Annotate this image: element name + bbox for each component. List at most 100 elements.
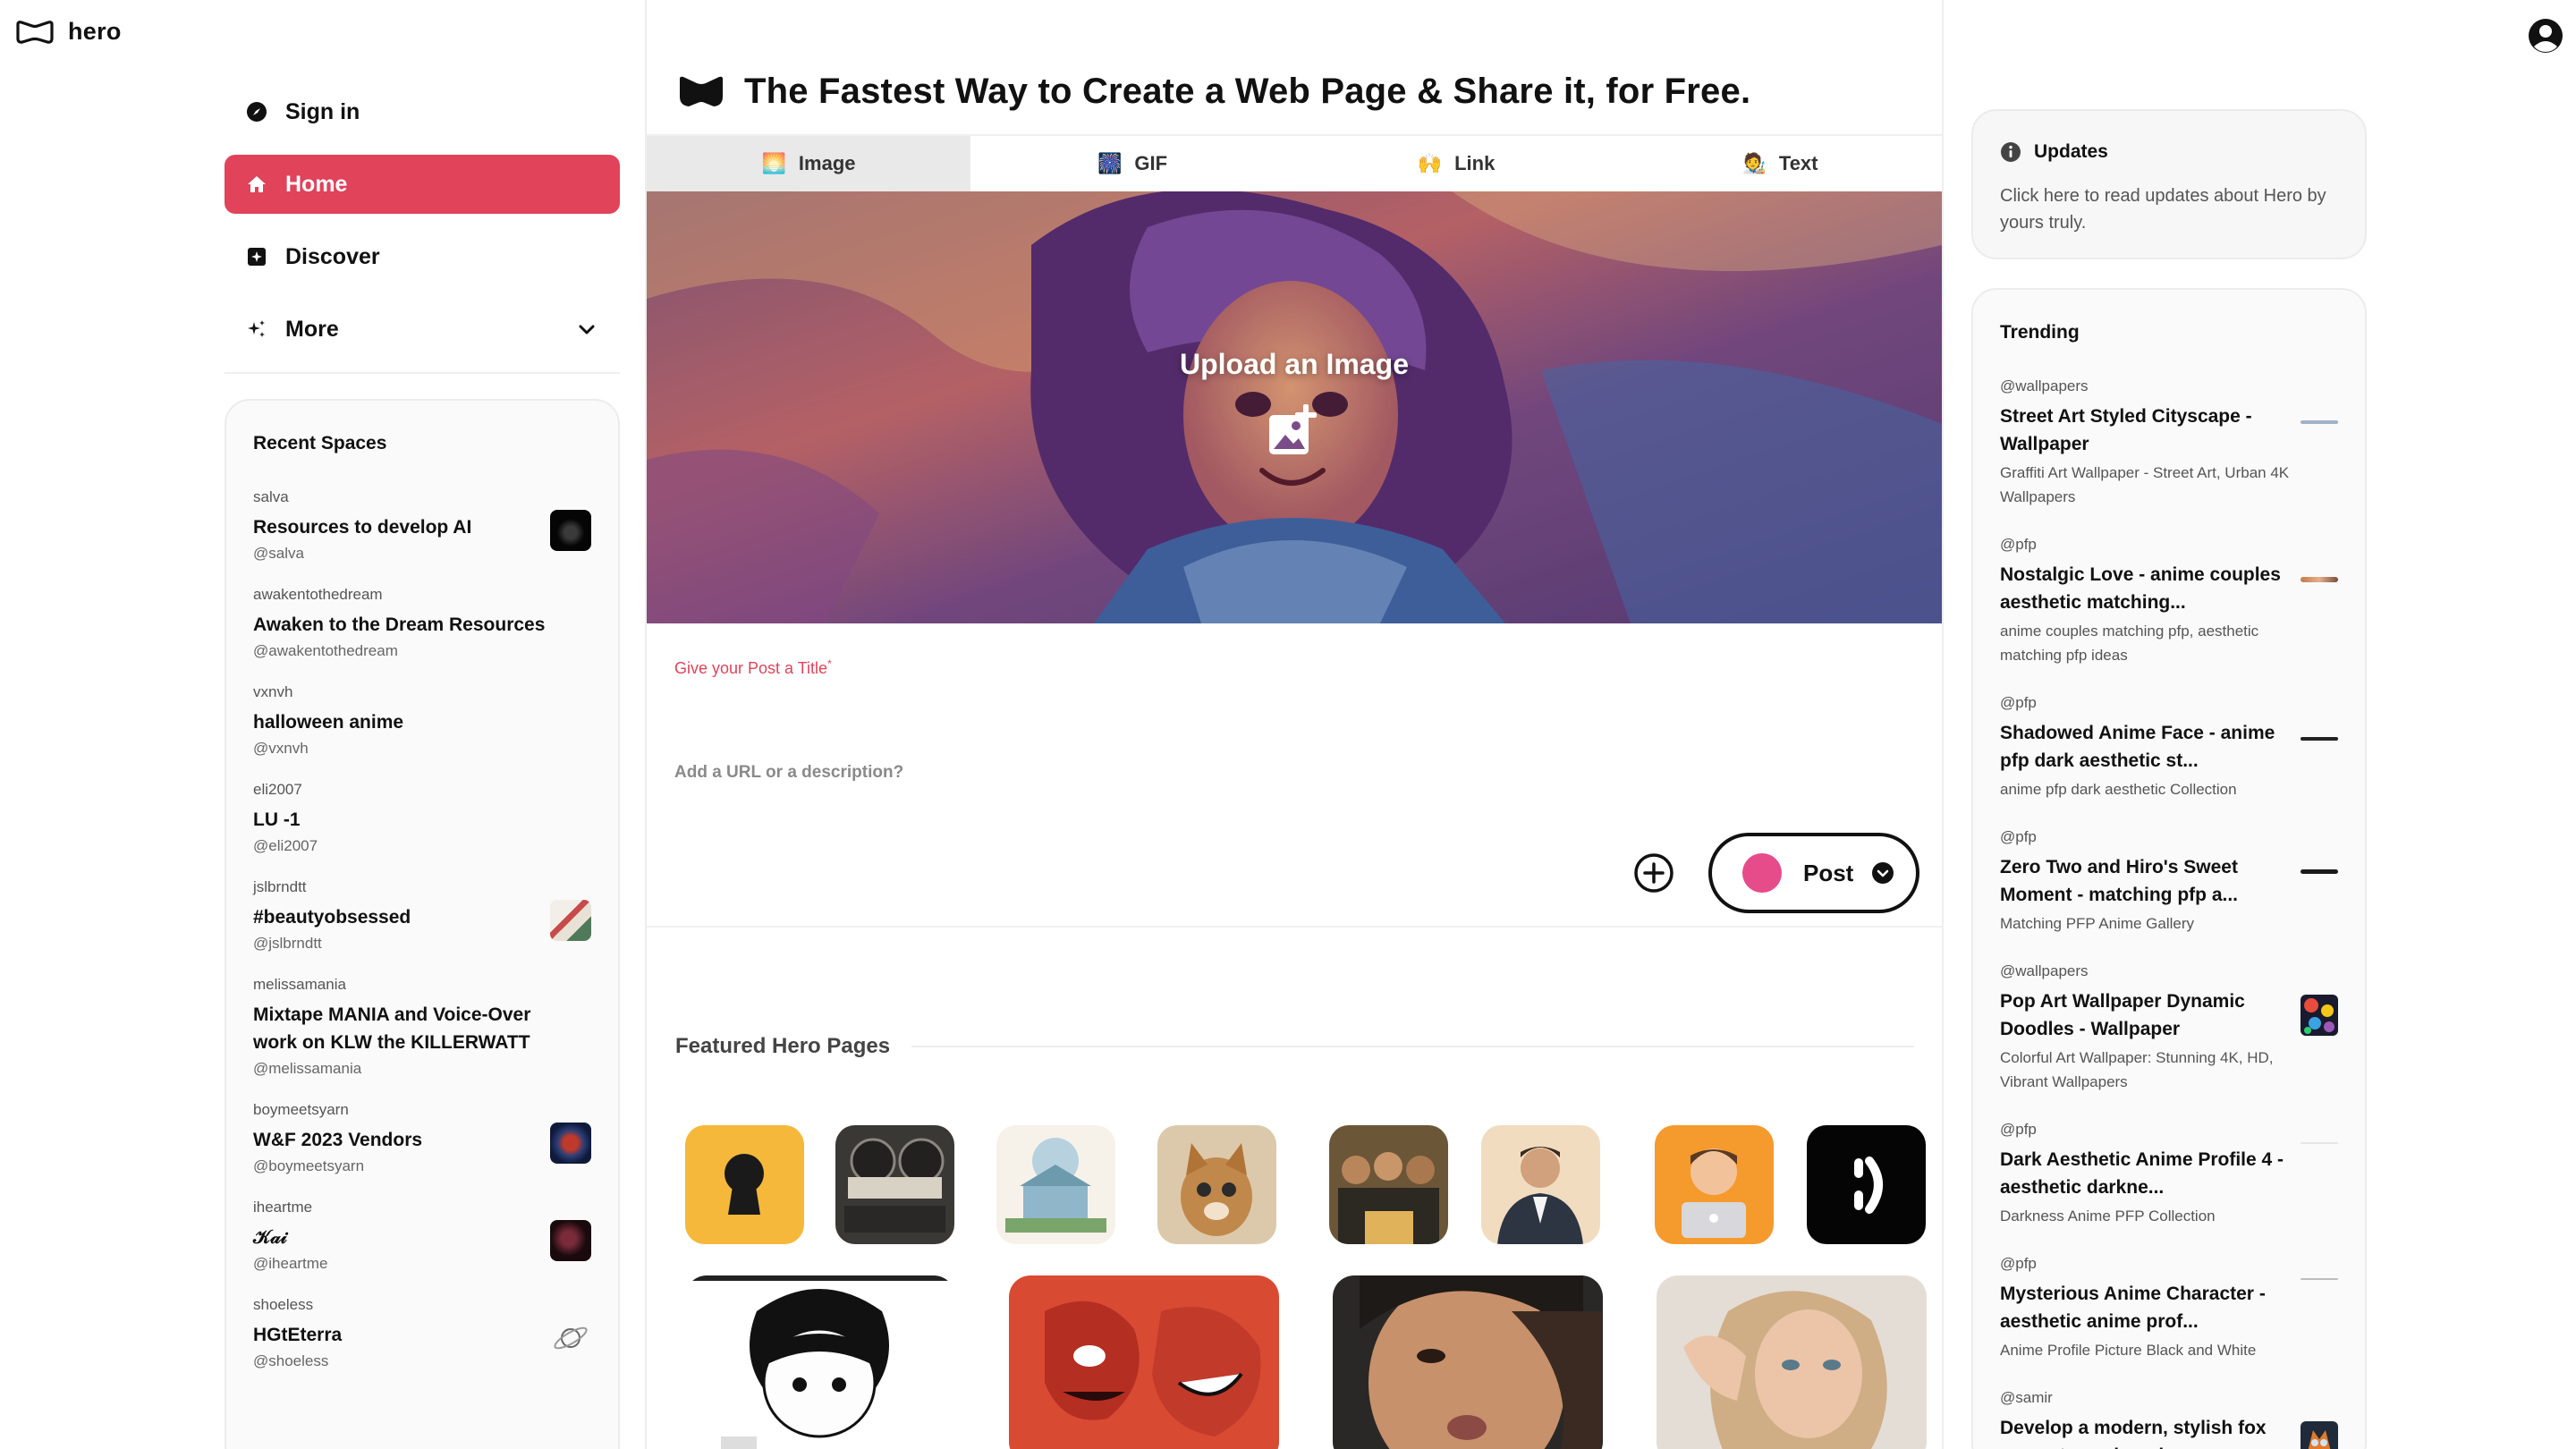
chevron-down-icon [579, 325, 595, 335]
list-item[interactable]: @pfp Mysterious Anime Character - aesthe… [2000, 1255, 2338, 1362]
space-thumbnail [550, 510, 591, 551]
sidebar-item-more[interactable]: More [225, 300, 620, 359]
space-handle: @shoeless [253, 1352, 329, 1369]
space-title: HGtEterra [253, 1325, 343, 1345]
magnolia-street-page-image[interactable] [996, 1125, 1115, 1244]
trend-description: anime couples matching pfp, aesthetic ma… [2000, 623, 2259, 664]
list-item[interactable]: vxnvh halloween anime @vxnvh [253, 683, 591, 758]
sunrise-icon: 🌅 [761, 152, 786, 174]
music-page-image[interactable] [835, 1125, 954, 1244]
post-button-label: Post [1803, 859, 1854, 886]
space-handle: @salva [253, 545, 304, 562]
list-item[interactable]: @pfp Shadowed Anime Face - anime pfp dar… [2000, 694, 2338, 801]
space-owner: eli2007 [253, 781, 302, 798]
list-item[interactable]: @pfp Dark Aesthetic Anime Profile 4 - ae… [2000, 1121, 2338, 1228]
page-header: The Fastest Way to Create a Web Page & S… [678, 72, 1750, 112]
list-item[interactable]: shoeless HGtEterra @shoeless [253, 1296, 591, 1370]
list-item[interactable]: jslbrndtt #beautyobsessed @jslbrndtt [253, 878, 591, 953]
red-demon-page-image[interactable] [1009, 1275, 1279, 1449]
tab-text[interactable]: 🧑‍🎨 Text [1618, 136, 1942, 191]
list-item[interactable]: boymeetsyarn W&F 2023 Vendors @boymeetsy… [253, 1101, 591, 1175]
blonde-portrait-page-image[interactable] [1657, 1275, 1927, 1449]
memoji-page-image[interactable] [1655, 1125, 1774, 1244]
image-upload-area[interactable]: Upload an Image [647, 191, 1942, 623]
trend-description: Graffiti Art Wallpaper - Street Art, Urb… [2000, 464, 2290, 505]
post-button[interactable]: Post [1708, 833, 1919, 913]
space-handle: @awakentothedream [253, 642, 398, 659]
post-title-input[interactable]: Give your Post a Title* [674, 657, 832, 678]
updates-card[interactable]: Updates Click here to read updates about… [1971, 109, 2367, 259]
space-owner: iheartme [253, 1199, 313, 1216]
keyhole-page-icon[interactable] [685, 1125, 804, 1244]
list-item[interactable]: @wallpapers Street Art Styled Cityscape … [2000, 377, 2338, 509]
trend-thumbnail [2301, 869, 2338, 874]
account-icon[interactable] [2528, 18, 2563, 54]
sidebar-item-home[interactable]: Home [225, 155, 620, 214]
sidebar-item-sign-in[interactable]: Sign in [225, 82, 620, 141]
trend-thumbnail [2301, 1421, 2338, 1449]
brand[interactable]: hero [14, 18, 122, 46]
page-title: The Fastest Way to Create a Web Page & S… [744, 72, 1751, 111]
sidebar-item-label: More [285, 316, 339, 342]
add-circle-icon[interactable] [1633, 852, 1674, 894]
trend-description: Matching PFP Anime Gallery [2000, 915, 2194, 932]
space-handle: @boymeetsyarn [253, 1157, 365, 1174]
list-item[interactable]: @pfp Nostalgic Love - anime couples aest… [2000, 536, 2338, 667]
group-photo-page-image[interactable] [1329, 1125, 1448, 1244]
space-thumbnail [550, 1123, 591, 1164]
kitten-page-image[interactable] [1157, 1125, 1276, 1244]
sidebar-item-label: Sign in [285, 98, 360, 124]
list-item[interactable]: salva Resources to develop AI @salva [253, 488, 591, 563]
list-item[interactable]: @wallpapers Pop Art Wallpaper Dynamic Do… [2000, 962, 2338, 1094]
post-type-tabs: 🌅 Image 🎆 GIF 🙌 Link 🧑‍🎨 Text [647, 134, 1942, 191]
tab-label: Image [798, 152, 856, 174]
space-title: 𝒦𝒶𝒾 [253, 1227, 287, 1248]
hero-logo-icon [16, 20, 54, 44]
fireworks-icon: 🎆 [1097, 152, 1123, 174]
space-owner: awakentothedream [253, 586, 383, 603]
trending-panel: Trending @wallpapers Street Art Styled C… [1971, 288, 2367, 1449]
tab-image[interactable]: 🌅 Image [647, 136, 970, 191]
sidebar-nav: Sign in Home Discover More [225, 82, 620, 374]
space-title: Mixtape MANIA and Voice-Over work on KLW… [253, 1004, 531, 1053]
featured-pages-cards [685, 1275, 1937, 1449]
wink-face-page-icon[interactable] [1807, 1125, 1926, 1244]
manga-page-image[interactable] [685, 1275, 955, 1449]
trend-thumbnail [2301, 577, 2338, 582]
portrait-page-image[interactable] [1481, 1125, 1600, 1244]
hero-mask-icon [680, 76, 723, 106]
trend-title: Dark Aesthetic Anime Profile 4 - aesthet… [2000, 1149, 2284, 1198]
divider [911, 1046, 1914, 1047]
trend-title: Nostalgic Love - anime couples aesthetic… [2000, 564, 2281, 613]
trend-title: Shadowed Anime Face - anime pfp dark aes… [2000, 723, 2275, 771]
planet-icon [554, 1326, 588, 1350]
space-handle: @iheartme [253, 1255, 328, 1272]
space-owner: vxnvh [253, 683, 293, 700]
list-item[interactable]: eli2007 LU -1 @eli2007 [253, 781, 591, 855]
sparkles-icon [248, 320, 265, 337]
featured-title: Featured Hero Pages [675, 1034, 891, 1058]
trend-description: Colorful Art Wallpaper: Stunning 4K, HD,… [2000, 1049, 2274, 1090]
space-title: halloween anime [253, 712, 404, 733]
list-item[interactable]: @pfp Zero Two and Hiro's Sweet Moment - … [2000, 828, 2338, 936]
space-handle: @vxnvh [253, 740, 309, 757]
post-form: Give your Post a Title* Post [647, 623, 1942, 928]
selfie-page-image[interactable] [1333, 1275, 1603, 1449]
tab-link[interactable]: 🙌 Link [1294, 136, 1618, 191]
description-input[interactable] [674, 759, 1569, 786]
list-item[interactable]: iheartme 𝒦𝒶𝒾 @iheartme [253, 1199, 591, 1273]
avatar [1742, 853, 1782, 893]
required-mark: * [827, 657, 832, 670]
tab-gif[interactable]: 🎆 GIF [970, 136, 1294, 191]
space-owner: salva [253, 488, 289, 505]
space-owner: shoeless [253, 1296, 314, 1313]
trend-description: Anime Profile Picture Black and White [2000, 1342, 2257, 1359]
list-item[interactable]: @samir Develop a modern, stylish fox mas… [2000, 1389, 2338, 1449]
upload-label: Upload an Image [1179, 348, 1410, 380]
trend-title: Develop a modern, stylish fox mascot wea… [2000, 1418, 2267, 1449]
list-item[interactable]: melissamania Mixtape MANIA and Voice-Ove… [253, 976, 591, 1078]
sidebar-item-discover[interactable]: Discover [225, 227, 620, 286]
trend-user: @pfp [2000, 694, 2037, 711]
list-item[interactable]: awakentothedream Awaken to the Dream Res… [253, 586, 591, 660]
space-title: #beautyobsessed [253, 907, 411, 928]
